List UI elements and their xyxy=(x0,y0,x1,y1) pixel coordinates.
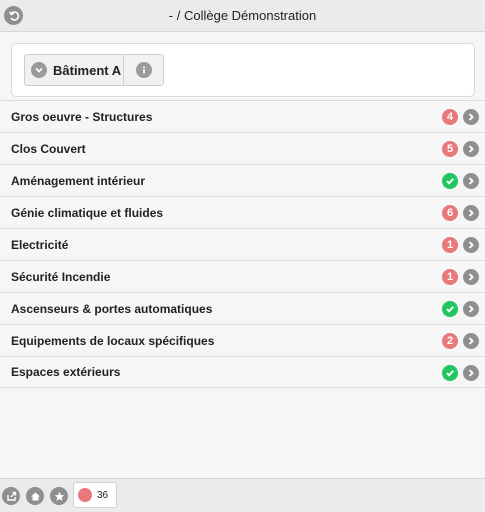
count-badge: 6 xyxy=(442,205,458,221)
category-row[interactable]: Espaces extérieurs xyxy=(0,356,485,388)
chevron-right-icon[interactable] xyxy=(463,301,479,317)
chevron-right-icon[interactable] xyxy=(463,109,479,125)
count-badge: 1 xyxy=(442,269,458,285)
category-row[interactable]: Clos Couvert 5 xyxy=(0,132,485,164)
info-button[interactable] xyxy=(124,55,163,85)
page-title: - / Collège Démonstration xyxy=(168,8,317,23)
category-row[interactable]: Sécurité Incendie 1 xyxy=(0,260,485,292)
chevron-right-icon[interactable] xyxy=(463,237,479,253)
category-row[interactable]: Electricité 1 xyxy=(0,228,485,260)
category-row[interactable]: Ascenseurs & portes automatiques xyxy=(0,292,485,324)
category-label: Electricité xyxy=(11,237,69,252)
chevron-right-icon[interactable] xyxy=(463,333,479,349)
category-label: Clos Couvert xyxy=(11,141,86,156)
chevron-right-icon[interactable] xyxy=(463,173,479,189)
category-label: Espaces extérieurs xyxy=(11,365,121,379)
building-selector-group: Bâtiment A xyxy=(24,54,164,86)
building-dropdown-button[interactable]: Bâtiment A xyxy=(25,55,124,85)
category-row[interactable]: Equipements de locaux spécifiques 2 xyxy=(0,324,485,356)
category-label: Equipements de locaux spécifiques xyxy=(11,333,215,348)
category-label: Sécurité Incendie xyxy=(11,269,111,284)
alert-counter-button[interactable]: 36 xyxy=(73,482,117,508)
alert-counter-value: 36 xyxy=(97,489,109,501)
chevron-right-icon[interactable] xyxy=(463,269,479,285)
check-icon xyxy=(442,365,458,381)
category-row[interactable]: Gros oeuvre - Structures 4 xyxy=(0,100,485,132)
chevron-right-icon[interactable] xyxy=(463,365,479,381)
check-icon xyxy=(442,173,458,189)
top-bar: - / Collège Démonstration xyxy=(0,0,485,32)
count-badge: 4 xyxy=(442,109,458,125)
count-badge: 5 xyxy=(442,141,458,157)
star-icon[interactable] xyxy=(50,487,68,505)
bottom-bar: 36 xyxy=(0,478,485,512)
category-label: Génie climatique et fluides xyxy=(11,205,164,220)
building-label: Bâtiment A xyxy=(53,62,122,78)
count-badge: 1 xyxy=(442,237,458,253)
home-icon[interactable] xyxy=(26,487,44,505)
category-row[interactable]: Génie climatique et fluides 6 xyxy=(0,196,485,228)
category-row[interactable]: Aménagement intérieur xyxy=(0,164,485,196)
check-icon xyxy=(442,301,458,317)
chevron-down-icon xyxy=(31,62,47,78)
category-label: Aménagement intérieur xyxy=(11,173,146,188)
category-label: Gros oeuvre - Structures xyxy=(11,109,153,124)
building-panel: Bâtiment A xyxy=(11,43,475,97)
info-icon xyxy=(135,62,152,78)
category-list: Gros oeuvre - Structures 4 Clos Couvert 5 Am… xyxy=(0,100,485,388)
alert-dot-icon xyxy=(78,488,92,502)
chevron-right-icon[interactable] xyxy=(463,141,479,157)
count-badge: 2 xyxy=(442,333,458,349)
share-icon[interactable] xyxy=(2,487,20,505)
chevron-right-icon[interactable] xyxy=(463,205,479,221)
category-label: Ascenseurs & portes automatiques xyxy=(11,301,213,316)
